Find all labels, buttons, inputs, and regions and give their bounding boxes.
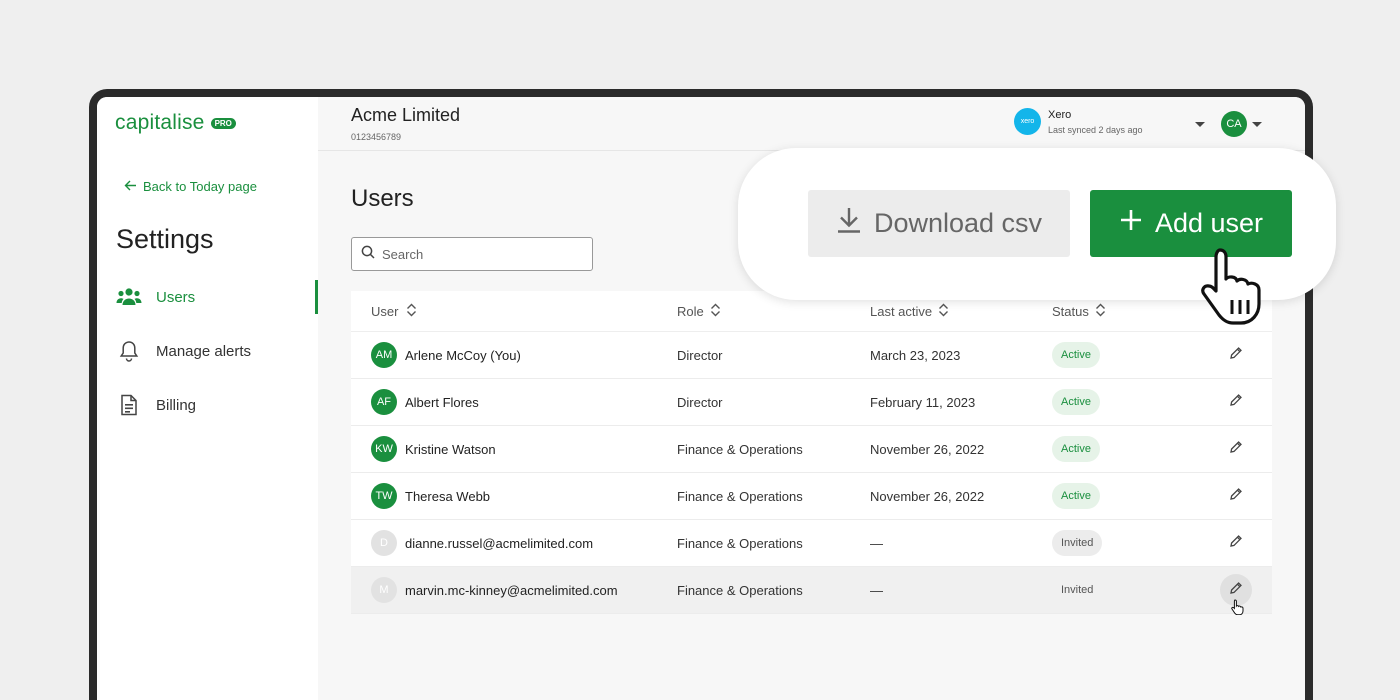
search-input[interactable] <box>382 246 582 262</box>
user-email: marvin.mc-kinney@acmelimited.com <box>405 582 618 598</box>
sidebar-item-label: Billing <box>156 396 197 414</box>
hand-pointer-icon <box>1231 599 1245 620</box>
column-label: Last active <box>870 303 933 319</box>
pro-badge: PRO <box>210 117 236 129</box>
last-active: February 11, 2023 <box>870 394 976 410</box>
add-user-label: Add user <box>1154 208 1264 238</box>
user-name: Albert Flores <box>405 394 479 410</box>
status-badge: Active <box>1052 483 1100 509</box>
status-badge: Active <box>1052 342 1100 368</box>
column-header-last-active[interactable]: Last active <box>870 303 1052 320</box>
table-row[interactable]: AF Albert Flores Director February 11, 20… <box>351 379 1272 426</box>
plus-icon <box>1119 208 1143 239</box>
sidebar: capitalise PRO Back to Today page Settin… <box>97 97 318 700</box>
download-csv-label: Download csv <box>873 208 1043 238</box>
column-label: User <box>371 303 399 319</box>
status-badge: Invited <box>1061 584 1094 596</box>
column-header-status[interactable]: Status <box>1052 303 1200 320</box>
back-link[interactable]: Back to Today page <box>124 179 257 194</box>
integration-name: Xero <box>1048 108 1072 121</box>
last-active: November 26, 2022 <box>870 488 985 504</box>
sort-icon <box>710 303 721 320</box>
pencil-icon <box>1229 346 1243 365</box>
edit-button[interactable] <box>1220 386 1252 418</box>
active-indicator <box>315 280 318 314</box>
xero-logo: xero <box>1014 108 1041 135</box>
avatar: KW <box>371 436 397 462</box>
settings-title: Settings <box>116 224 214 254</box>
status-badge: Active <box>1052 389 1100 415</box>
search-box <box>351 237 593 271</box>
page-title: Users <box>351 185 414 212</box>
header: Acme Limited 0123456789 xero Xero Last s… <box>318 97 1305 151</box>
edit-button[interactable] <box>1220 433 1252 465</box>
user-email: dianne.russel@acmelimited.com <box>405 535 594 551</box>
sync-status: Last synced 2 days ago <box>1048 124 1143 135</box>
pencil-icon <box>1229 393 1243 412</box>
user-role: Finance & Operations <box>677 488 803 504</box>
avatar: AM <box>371 342 397 368</box>
company-name: Acme Limited <box>351 105 461 125</box>
arrow-left-icon <box>124 179 137 194</box>
column-label: Status <box>1052 303 1089 319</box>
document-icon <box>116 393 142 417</box>
back-link-label: Back to Today page <box>143 179 257 194</box>
sidebar-item-manage-alerts[interactable]: Manage alerts <box>116 334 318 368</box>
user-role: Finance & Operations <box>677 535 803 551</box>
download-csv-button[interactable]: Download csv <box>808 190 1070 257</box>
sort-icon <box>406 303 417 320</box>
last-active: March 23, 2023 <box>870 347 961 363</box>
integration-selector[interactable]: xero Xero Last synced 2 days ago <box>1014 108 1143 135</box>
last-active: — <box>870 582 883 598</box>
column-header-user[interactable]: User <box>351 303 677 320</box>
avatar: TW <box>371 483 397 509</box>
users-icon <box>116 285 142 309</box>
sidebar-item-users[interactable]: Users <box>116 280 318 314</box>
user-role: Director <box>677 394 723 410</box>
brand-logo: capitalise PRO <box>115 111 236 135</box>
table-row[interactable]: Ddianne.russel@acmelimited.com Finance &… <box>351 520 1272 567</box>
bell-icon <box>116 339 142 363</box>
pencil-icon <box>1229 581 1243 600</box>
edit-button[interactable] <box>1220 339 1252 371</box>
edit-button[interactable] <box>1220 527 1252 559</box>
avatar: AF <box>371 389 397 415</box>
download-icon <box>836 206 862 241</box>
status-badge: Active <box>1052 436 1100 462</box>
avatar: D <box>371 530 397 556</box>
user-name: Kristine Watson <box>405 441 496 457</box>
last-active: November 26, 2022 <box>870 441 985 457</box>
company-id: 0123456789 <box>351 132 402 142</box>
pencil-icon <box>1229 440 1243 459</box>
sidebar-item-label: Manage alerts <box>156 342 252 360</box>
user-role: Director <box>677 347 723 363</box>
table-row[interactable]: TW Theresa Webb Finance & Operations Nove… <box>351 473 1272 520</box>
column-label: Role <box>677 303 704 319</box>
sort-icon <box>938 303 949 320</box>
edit-button[interactable] <box>1220 480 1252 512</box>
avatar: M <box>371 577 397 603</box>
pencil-icon <box>1229 534 1243 553</box>
chevron-down-icon[interactable] <box>1195 122 1205 127</box>
search-icon <box>361 245 375 264</box>
user-name: Theresa Webb <box>405 488 491 504</box>
user-role: Finance & Operations <box>677 441 803 457</box>
sort-icon <box>1095 303 1106 320</box>
user-avatar[interactable]: CA <box>1221 111 1247 137</box>
column-header-role[interactable]: Role <box>677 303 870 320</box>
brand-name: capitalise <box>115 111 205 134</box>
hand-pointer-icon <box>1198 244 1278 333</box>
last-active: — <box>870 535 883 551</box>
pencil-icon <box>1229 487 1243 506</box>
sidebar-item-billing[interactable]: Billing <box>116 388 318 422</box>
chevron-down-icon[interactable] <box>1252 122 1262 127</box>
table-row[interactable]: AM Arlene McCoy (You) Director March 23, … <box>351 332 1272 379</box>
user-role: Finance & Operations <box>677 582 803 598</box>
table-row[interactable]: Mmarvin.mc-kinney@acmelimited.com Financ… <box>351 567 1272 614</box>
user-name: Arlene McCoy (You) <box>405 347 521 363</box>
table-row[interactable]: KW Kristine Watson Finance & Operations N… <box>351 426 1272 473</box>
status-badge: Invited <box>1052 530 1103 556</box>
users-table: User Role Last active Status AM Arlene Mc… <box>351 291 1272 614</box>
sidebar-item-label: Users <box>156 288 196 306</box>
